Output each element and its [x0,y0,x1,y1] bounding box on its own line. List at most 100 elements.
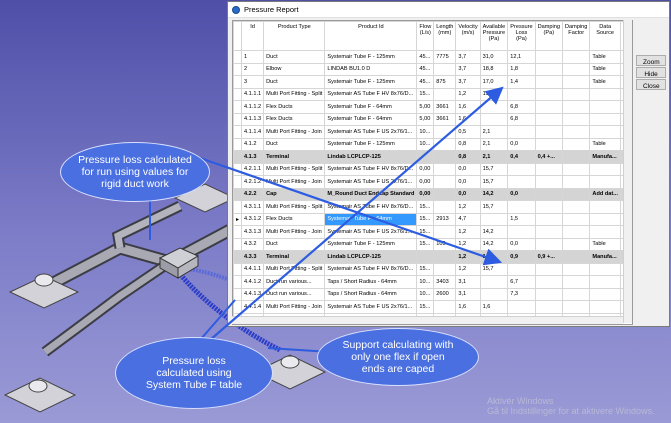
pressure-table-area[interactable]: Id Product Type Product Id Flow (L/s) Length… [232,20,633,325]
table-cell[interactable] [589,112,621,126]
table-cell[interactable]: 45... [416,75,435,89]
table-cell[interactable]: Flex Ducts [263,112,326,126]
table-cell[interactable]: 2,1 [479,150,509,164]
table-cell[interactable]: 7,3 [507,287,536,301]
table-cell[interactable] [562,100,591,114]
table-cell[interactable]: 4.3.3 [241,250,265,264]
table-row[interactable]: 4.2.1.2 Multi Port Fitting - Join Systemai… [233,175,632,189]
table-row[interactable]: 4.3.3 Terminal Lindab LCPLCP-125 1,2 14,2 0,9… [233,250,632,264]
table-cell[interactable]: Duct run various... [263,275,326,289]
table-cell[interactable] [562,250,591,264]
table-cell[interactable]: 4.3.1.3 [241,225,265,239]
table-cell[interactable]: 15,7 [479,175,509,189]
table-cell[interactable]: 15... [416,87,435,101]
table-cell[interactable]: 15... [416,212,435,226]
table-cell[interactable] [562,87,591,101]
hide-button[interactable]: Hide [636,67,666,78]
table-cell[interactable]: 4.1.2 [241,137,265,151]
table-cell[interactable]: Duct [263,75,326,89]
table-cell[interactable] [589,225,621,239]
table-cell[interactable]: Manufa... [589,150,621,164]
table-cell[interactable]: 1,2 [455,250,481,264]
row-marker[interactable] [233,112,243,126]
table-row[interactable]: 4.4.1.4 Multi Port Fitting - Join Systemai… [233,300,632,314]
table-cell[interactable]: Manufa... [589,250,621,264]
table-cell[interactable] [416,150,435,164]
table-cell[interactable]: 5,00 [416,112,435,126]
table-cell[interactable]: Systemair Tube F - 125mm [324,137,418,151]
column-header[interactable]: Available Pressure (Pa) [479,21,509,51]
table-cell[interactable]: 10... [416,287,435,301]
table-cell[interactable]: Terminal [263,250,326,264]
table-cell[interactable]: Duct run various... [263,287,326,301]
column-header[interactable] [233,21,243,51]
table-cell[interactable] [589,87,621,101]
table-cell[interactable] [416,250,435,264]
table-cell[interactable]: Lindab LCPLCP-125 [324,250,418,264]
table-cell[interactable]: Systemair AS Tube F HV 8x76/D... [324,262,418,276]
table-row[interactable]: 4.3.1.3 Multi Port Fitting - Join Systemai… [233,225,632,239]
table-cell[interactable]: Multi Port Fitting - Split [263,162,326,176]
table-cell[interactable] [479,100,509,114]
table-row[interactable]: 4.1.2 Duct Systemair Tube F - 125mm 10... 0,… [233,137,632,151]
table-cell[interactable]: 45... [416,50,435,64]
table-cell[interactable] [433,250,457,264]
table-cell[interactable]: Terminal [263,150,326,164]
table-cell[interactable]: 15,7 [479,87,509,101]
table-cell[interactable]: 0,0 [455,187,481,201]
table-cell[interactable] [534,187,564,201]
table-cell[interactable]: Table [589,62,621,76]
row-marker[interactable] [233,50,243,64]
table-cell[interactable] [433,175,457,189]
table-cell[interactable]: 0,5 [455,125,481,139]
table-cell[interactable] [433,62,457,76]
table-row[interactable]: 4.2.1.1 Multi Port Fitting - Split Systema… [233,162,632,176]
table-cell[interactable]: 105 [433,237,457,251]
table-cell[interactable] [507,262,536,276]
table-row[interactable]: 1 Duct Systemair Tube F - 125mm 45... 7775 3,… [233,50,632,64]
table-cell[interactable] [534,237,564,251]
table-cell[interactable] [562,225,591,239]
table-cell[interactable]: Table [589,137,621,151]
table-cell[interactable] [479,275,509,289]
table-cell[interactable]: 0,8 [455,137,481,151]
table-cell[interactable] [562,137,591,151]
table-cell[interactable]: 4.4.1.1 [241,262,265,276]
table-cell[interactable]: 3 [241,75,265,89]
table-cell[interactable]: 0,8 [455,150,481,164]
table-cell[interactable] [562,50,591,64]
table-cell[interactable]: 3403 [433,275,457,289]
table-cell[interactable] [433,300,457,314]
table-cell[interactable]: 3,1 [455,275,481,289]
column-header[interactable]: Length (mm) [433,21,457,51]
table-cell[interactable]: 15,7 [479,262,509,276]
row-marker[interactable] [233,300,243,314]
table-cell[interactable]: 15,7 [479,200,509,214]
table-cell[interactable]: 15... [416,300,435,314]
table-cell[interactable]: Systemair Tube F - 125mm [324,237,418,251]
table-cell[interactable] [589,100,621,114]
table-cell[interactable]: 6,8 [507,100,536,114]
table-cell[interactable] [433,87,457,101]
table-cell[interactable]: Multi Port Fitting - Join [263,300,326,314]
table-cell[interactable] [507,125,536,139]
table-cell[interactable] [479,112,509,126]
column-header[interactable]: Product Type [263,21,326,51]
table-row[interactable]: 4.4.1.2 Duct run various... Taps / Short R… [233,275,632,289]
table-cell[interactable]: 1,6 [479,300,509,314]
table-cell[interactable]: Flex Ducts [263,100,326,114]
table-cell[interactable] [507,87,536,101]
close-button[interactable]: Close [636,79,666,90]
table-row[interactable]: 3 Duct Systemair Tube F - 125mm 45... 875 3,7… [233,75,632,89]
table-cell[interactable] [534,137,564,151]
table-cell[interactable] [562,75,591,89]
table-cell[interactable]: 0,00 [416,175,435,189]
table-cell[interactable]: 3,1 [455,287,481,301]
table-cell[interactable]: 4.3.1.1 [241,200,265,214]
table-cell[interactable] [562,112,591,126]
table-cell[interactable] [534,112,564,126]
table-cell[interactable]: 1,2 [455,225,481,239]
table-cell[interactable] [589,125,621,139]
column-header[interactable]: Flow (L/s) [416,21,435,51]
table-cell[interactable] [433,262,457,276]
